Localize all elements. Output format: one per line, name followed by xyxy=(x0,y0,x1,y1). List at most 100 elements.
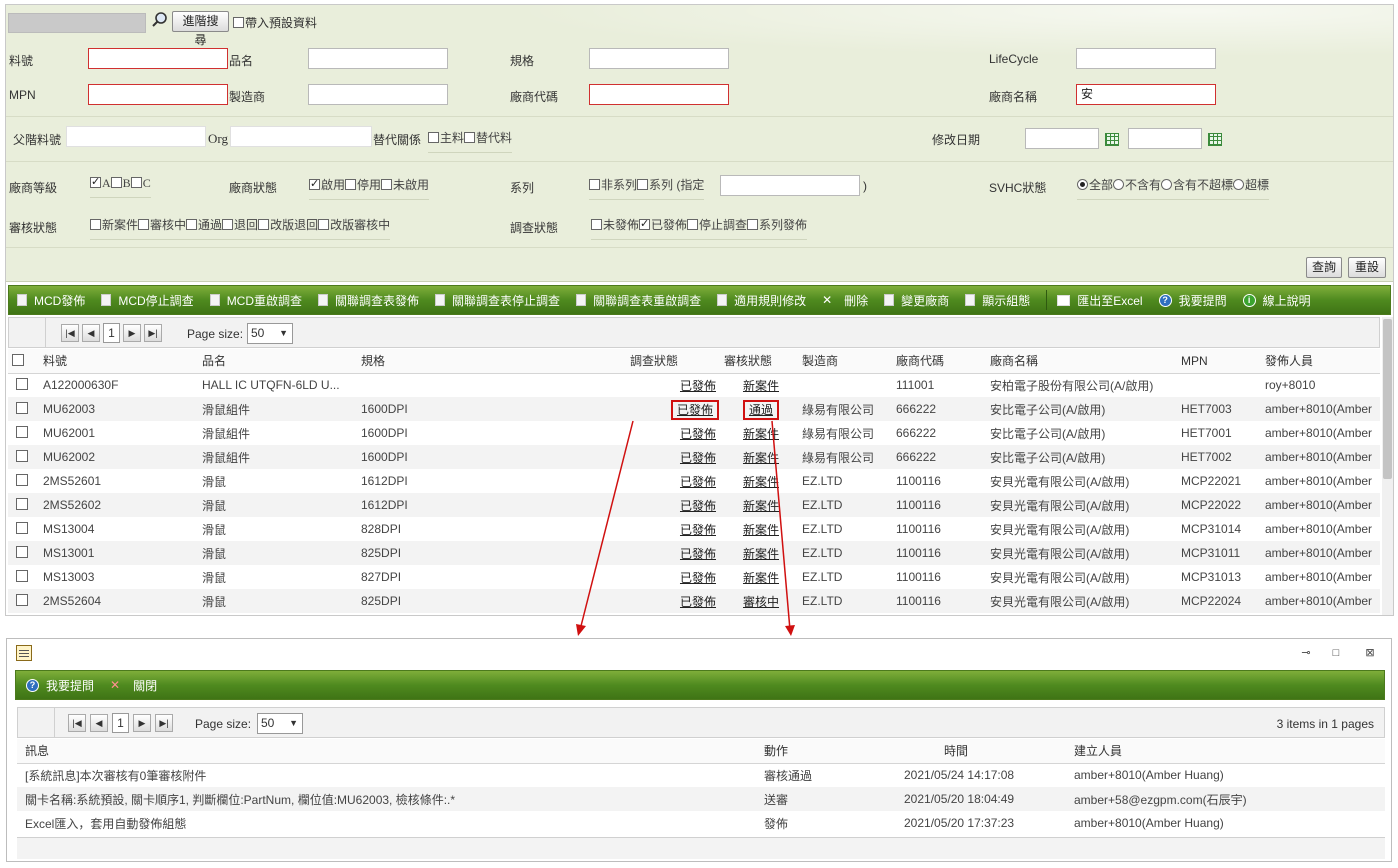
ask-question-button[interactable]: ? 我要提問 xyxy=(1158,292,1227,309)
parent-no-input[interactable] xyxy=(66,126,206,147)
review-option-revision-returned[interactable]: 改版退回 xyxy=(258,216,319,240)
cell-review-status[interactable]: 新案件 xyxy=(720,565,798,589)
part-name-input[interactable] xyxy=(308,48,448,69)
preset-data-checkbox[interactable]: 帶入預設資料 xyxy=(233,14,317,31)
table-row[interactable]: 2MS52602 滑鼠 1612DPI 已發佈 新案件 EZ.LTD 1100116 安貝光電… xyxy=(8,493,1380,517)
checkbox[interactable] xyxy=(687,219,699,230)
checkbox[interactable] xyxy=(233,17,244,28)
cell-review-status[interactable]: 新案件 xyxy=(720,517,798,541)
cell-survey-status[interactable]: 已發佈 xyxy=(626,397,720,421)
row-checkbox[interactable] xyxy=(16,522,28,534)
cell-review-status[interactable]: 新案件 xyxy=(720,445,798,469)
first-page-icon[interactable]: |◀ xyxy=(68,714,86,732)
radio[interactable] xyxy=(1113,179,1125,190)
next-page-icon[interactable]: ▶ xyxy=(123,324,141,342)
col-header-review-status[interactable]: 審核狀態 xyxy=(720,349,798,374)
grid-scrollbar[interactable] xyxy=(1382,317,1393,615)
survey-option-published[interactable]: 已發佈 xyxy=(639,216,688,240)
cell-survey-status[interactable]: 已發佈 xyxy=(626,445,720,469)
vendor-status-inactive[interactable]: 未啟用 xyxy=(381,176,430,200)
radio-selected[interactable] xyxy=(1077,179,1088,190)
checkbox-checked[interactable] xyxy=(90,175,101,188)
col-header-maker[interactable]: 製造商 xyxy=(798,349,892,374)
review-option-revision-reviewing[interactable]: 改版審核中 xyxy=(318,216,391,240)
date-from-input[interactable] xyxy=(1025,128,1099,149)
table-row[interactable]: 2MS52604 滑鼠 825DPI 已發佈 審核中 EZ.LTD 1100116 安貝光電有… xyxy=(8,589,1380,613)
col-header-vendor-name[interactable]: 廠商名稱 xyxy=(986,349,1177,374)
checkbox[interactable] xyxy=(110,177,122,188)
status-link[interactable]: 已發佈 xyxy=(680,571,716,585)
spec-input[interactable] xyxy=(589,48,729,69)
alt-rel-option-main[interactable]: 主料 xyxy=(428,129,465,153)
cell-survey-status[interactable]: 已發佈 xyxy=(626,517,720,541)
grade-option-c[interactable]: C xyxy=(130,176,151,198)
grade-option-a[interactable]: A xyxy=(90,175,111,198)
row-select-cell[interactable] xyxy=(8,589,39,613)
checkbox[interactable] xyxy=(381,179,393,190)
status-link[interactable]: 新案件 xyxy=(743,571,779,585)
online-help-button[interactable]: i 線上說明 xyxy=(1242,292,1311,309)
maker-input[interactable] xyxy=(308,84,448,105)
calendar-icon[interactable] xyxy=(1105,133,1119,146)
date-to-input[interactable] xyxy=(1128,128,1202,149)
cell-review-status[interactable]: 新案件 xyxy=(720,469,798,493)
survey-option-series[interactable]: 系列發佈 xyxy=(747,216,808,240)
select-all-checkbox[interactable] xyxy=(12,353,24,366)
checkbox[interactable] xyxy=(130,177,142,188)
checkbox-checked[interactable] xyxy=(639,217,651,230)
review-option-returned[interactable]: 退回 xyxy=(222,216,259,240)
status-link[interactable]: 新案件 xyxy=(743,427,779,441)
linked-form-stop-button[interactable]: 關聯調查表停止調查 xyxy=(435,292,560,309)
survey-option-stopped[interactable]: 停止調查 xyxy=(687,216,748,240)
row-select-cell[interactable] xyxy=(8,517,39,541)
checkbox[interactable] xyxy=(138,219,150,230)
cell-review-status[interactable]: 新案件 xyxy=(720,421,798,445)
grade-option-b[interactable]: B xyxy=(110,176,131,198)
row-checkbox[interactable] xyxy=(16,498,28,510)
series-input[interactable] xyxy=(720,175,860,196)
rule-modify-button[interactable]: 適用規則修改 xyxy=(717,292,806,309)
checkbox[interactable] xyxy=(464,132,476,143)
reset-button[interactable]: 重設 xyxy=(1348,257,1386,278)
review-option-passed[interactable]: 通過 xyxy=(186,216,223,240)
status-link[interactable]: 已發佈 xyxy=(680,595,716,609)
lifecycle-input[interactable] xyxy=(1076,48,1216,69)
checkbox[interactable] xyxy=(747,219,759,230)
row-checkbox[interactable] xyxy=(16,378,28,391)
table-row[interactable]: MS13003 滑鼠 827DPI 已發佈 新案件 EZ.LTD 1100116 安貝光電有限… xyxy=(8,565,1380,589)
row-checkbox[interactable] xyxy=(16,474,28,486)
select-all-cell[interactable] xyxy=(8,349,39,374)
vendor-status-enabled[interactable]: 啟用 xyxy=(309,176,346,200)
advanced-search-button[interactable]: 進階搜尋 xyxy=(172,11,229,47)
status-link[interactable]: 已發佈 xyxy=(670,399,720,420)
page-size-select[interactable]: 50 ▼ xyxy=(247,323,293,344)
col-header-message[interactable]: 訊息 xyxy=(17,739,760,764)
row-checkbox[interactable] xyxy=(16,570,28,582)
col-header-publisher[interactable]: 發佈人員 xyxy=(1261,349,1380,374)
col-header-action[interactable]: 動作 xyxy=(760,739,900,764)
survey-option-unpublished[interactable]: 未發佈 xyxy=(591,216,640,240)
vendor-code-input[interactable] xyxy=(589,84,729,105)
col-header-creator[interactable]: 建立人員 xyxy=(1070,739,1385,764)
cell-survey-status[interactable]: 已發佈 xyxy=(626,373,720,397)
linked-form-publish-button[interactable]: 關聯調查表發佈 xyxy=(318,292,419,309)
svhc-option-over[interactable]: 超標 xyxy=(1233,176,1270,200)
row-select-cell[interactable] xyxy=(8,469,39,493)
radio[interactable] xyxy=(1233,179,1245,190)
col-header-part-name[interactable]: 品名 xyxy=(198,349,357,374)
checkbox[interactable] xyxy=(222,219,234,230)
status-link[interactable]: 通過 xyxy=(742,399,780,420)
mcd-restart-survey-button[interactable]: MCD重啟調查 xyxy=(209,292,302,309)
cell-survey-status[interactable]: 已發佈 xyxy=(626,493,720,517)
vendor-status-disabled[interactable]: 停用 xyxy=(345,176,382,200)
status-link[interactable]: 新案件 xyxy=(743,523,779,537)
page-size-select[interactable]: 50 ▼ xyxy=(257,713,303,734)
col-header-vendor-code[interactable]: 廠商代碼 xyxy=(892,349,986,374)
row-select-cell[interactable] xyxy=(8,445,39,469)
checkbox[interactable] xyxy=(345,179,357,190)
checkbox-checked[interactable] xyxy=(309,177,320,190)
svhc-option-none[interactable]: 不含有 xyxy=(1113,176,1162,200)
cell-survey-status[interactable]: 已發佈 xyxy=(626,469,720,493)
checkbox[interactable] xyxy=(318,219,330,230)
row-checkbox[interactable] xyxy=(16,450,28,462)
